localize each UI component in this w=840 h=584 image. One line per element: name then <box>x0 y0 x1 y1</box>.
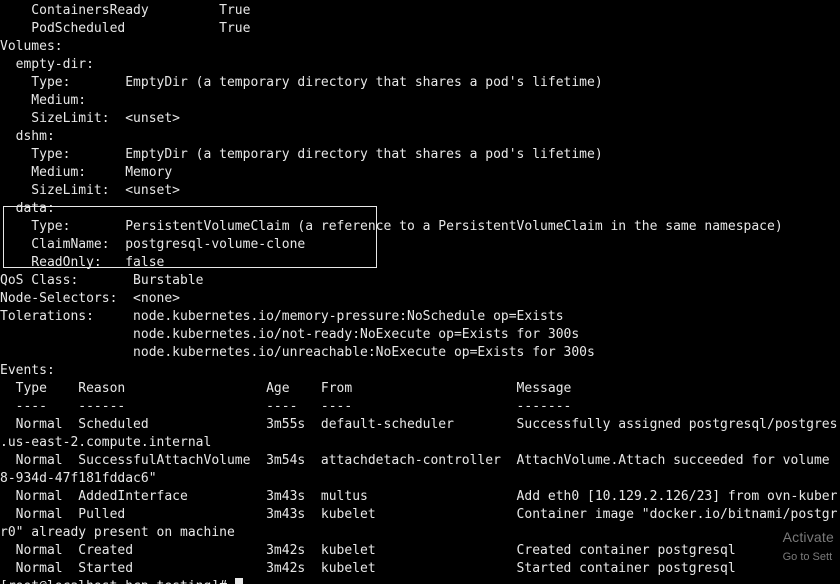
terminal-line: Medium: Memory <box>0 164 840 182</box>
terminal-line: ReadOnly: false <box>0 254 840 272</box>
terminal-line: Normal Scheduled 3m55s default-scheduler… <box>0 416 840 434</box>
terminal-line: Normal Pulled 3m43s kubelet Container im… <box>0 506 840 524</box>
terminal-line: Type Reason Age From Message <box>0 380 840 398</box>
terminal-output[interactable]: ContainersReady True PodScheduled True V… <box>0 0 840 584</box>
cursor-icon <box>235 578 243 584</box>
terminal-line: Normal Created 3m42s kubelet Created con… <box>0 542 840 560</box>
terminal-line: data: <box>0 200 840 218</box>
terminal-line: node.kubernetes.io/not-ready:NoExecute o… <box>0 326 840 344</box>
terminal-line: SizeLimit: <unset> <box>0 182 840 200</box>
terminal-line: dshm: <box>0 128 840 146</box>
terminal-line: ContainersReady True <box>0 2 840 20</box>
terminal-line: Type: EmptyDir (a temporary directory th… <box>0 146 840 164</box>
terminal-line: SizeLimit: <unset> <box>0 110 840 128</box>
terminal-line: Events: <box>0 362 840 380</box>
terminal-line: Type: PersistentVolumeClaim (a reference… <box>0 218 840 236</box>
terminal-line: Medium: <box>0 92 840 110</box>
terminal-line: Type: EmptyDir (a temporary directory th… <box>0 74 840 92</box>
terminal-line: Normal AddedInterface 3m43s multus Add e… <box>0 488 840 506</box>
shell-prompt: [root@localhost hcp-testing]# <box>0 579 235 584</box>
terminal-line: Normal SuccessfulAttachVolume 3m54s atta… <box>0 452 840 470</box>
terminal-line: empty-dir: <box>0 56 840 74</box>
terminal-line: PodScheduled True <box>0 20 840 38</box>
terminal-prompt-line[interactable]: [root@localhost hcp-testing]# <box>0 578 840 584</box>
terminal-line: Node-Selectors: <none> <box>0 290 840 308</box>
terminal-line: r0" already present on machine <box>0 524 840 542</box>
terminal-line: node.kubernetes.io/unreachable:NoExecute… <box>0 344 840 362</box>
terminal-line: Normal Started 3m42s kubelet Started con… <box>0 560 840 578</box>
terminal-line: .us-east-2.compute.internal <box>0 434 840 452</box>
terminal-line: Tolerations: node.kubernetes.io/memory-p… <box>0 308 840 326</box>
terminal-line: QoS Class: Burstable <box>0 272 840 290</box>
terminal-line: 8-934d-47f181fddac6" <box>0 470 840 488</box>
terminal-line: ---- ------ ---- ---- ------- <box>0 398 840 416</box>
terminal-line: Volumes: <box>0 38 840 56</box>
terminal-line: ClaimName: postgresql-volume-clone <box>0 236 840 254</box>
